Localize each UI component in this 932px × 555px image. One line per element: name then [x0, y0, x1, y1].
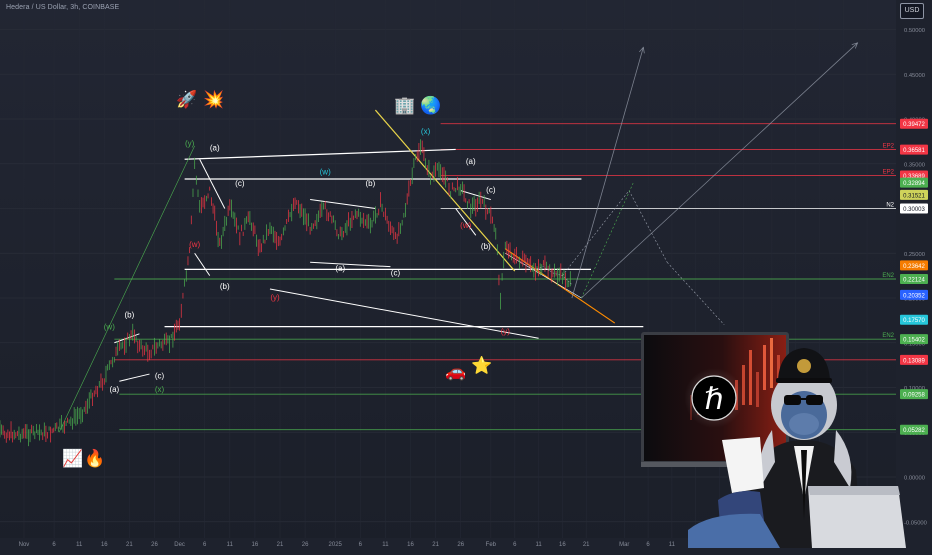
- car-icon: 🚗: [445, 362, 467, 382]
- y-tick-label: -0.05000: [904, 520, 927, 526]
- x-tick-label: 21: [583, 542, 590, 548]
- x-tick-label: 21: [126, 542, 133, 548]
- x-tick-label: Dec: [174, 542, 185, 548]
- star-icon: ⭐: [471, 356, 493, 376]
- y-tick-label: 0.00000: [904, 476, 925, 482]
- x-tick-label: 2025: [329, 542, 343, 548]
- chart-stage[interactable]: EP2 EP2 N2 EN2 EN2 (w) (b) (c) (a) (x) (y) (a) (c) (…: [0, 0, 932, 550]
- level-tag: N2: [886, 202, 894, 208]
- y-tick-label: 0.45000: [904, 73, 925, 79]
- wave-label: (x): [155, 385, 165, 394]
- price-label-text: 0.23642: [903, 264, 925, 270]
- wave-label: (c): [235, 179, 245, 188]
- globe-icon: 🌏: [420, 96, 442, 116]
- level-tag: EP2: [883, 169, 895, 175]
- x-tick-label: 21: [432, 542, 439, 548]
- hedera-logo-symbol: ℏ: [704, 382, 723, 417]
- price-label-text: 0.36581: [903, 148, 925, 154]
- x-tick-label: 16: [407, 542, 414, 548]
- x-tick-label: 11: [382, 542, 389, 548]
- price-label-text: 0.32894: [903, 181, 925, 187]
- wave-label: (w): [189, 240, 200, 249]
- price-label-text: 0.20352: [903, 293, 925, 299]
- x-tick-label: 11: [669, 542, 676, 548]
- x-tick-label: Mar: [619, 542, 629, 548]
- wave-label: (y): [501, 327, 511, 336]
- office-building-icon: 🏢: [394, 96, 416, 116]
- wave-label: (y): [185, 139, 195, 148]
- wave-label: (b): [481, 242, 491, 251]
- y-tick-label: 0.25000: [904, 252, 925, 258]
- x-tick-label: 11: [227, 542, 234, 548]
- price-label-text: 0.05282: [903, 428, 925, 434]
- wave-label: (b): [220, 282, 230, 291]
- price-label-text: 0.22124: [903, 277, 925, 283]
- price-label-text: 0.31521: [903, 193, 925, 199]
- rocket-icon: 🚀: [176, 90, 198, 110]
- wave-label: (b): [365, 179, 375, 188]
- x-tick-label: 26: [151, 542, 158, 548]
- currency-button[interactable]: USD: [900, 3, 924, 19]
- wave-label: (a): [335, 264, 345, 273]
- chart-increasing-icon: 📈: [62, 449, 84, 469]
- wave-label: (x): [421, 127, 431, 136]
- price-chart[interactable]: EP2 EP2 N2 EN2 EN2 (w) (b) (c) (a) (x) (y) (a) (c) (…: [0, 0, 932, 550]
- wave-label: (w): [104, 322, 115, 331]
- price-label-text: 0.39472: [903, 122, 925, 128]
- x-tick-label: 11: [535, 542, 542, 548]
- x-tick-label: Feb: [486, 542, 497, 548]
- price-label-text: 0.09258: [903, 393, 925, 399]
- x-tick-label: 11: [76, 542, 83, 548]
- x-tick-label: 26: [457, 542, 464, 548]
- x-tick-label: 21: [277, 542, 284, 548]
- chart-title: Hedera / US Dollar, 3h, COINBASE: [6, 4, 120, 11]
- wave-label: (b): [125, 311, 135, 320]
- wave-label: (c): [391, 269, 401, 278]
- price-label-text: 0.17570: [903, 318, 925, 324]
- y-tick-label: 0.35000: [904, 162, 925, 168]
- wave-label: (a): [210, 143, 220, 152]
- wave-label: (w): [460, 221, 471, 230]
- wave-label: (y): [270, 293, 280, 302]
- price-label-text: 0.30003: [903, 207, 925, 213]
- price-label-text: 0.15402: [903, 338, 925, 344]
- y-axis: 0.550000.500000.450000.400000.350000.300…: [896, 0, 932, 538]
- x-tick-label: Nov: [19, 542, 30, 548]
- y-tick-label: 0.50000: [904, 28, 925, 34]
- wave-label: (w): [320, 167, 331, 176]
- collision-icon: 💥: [203, 90, 225, 110]
- wave-label: (c): [155, 372, 165, 381]
- wave-label: (a): [109, 385, 119, 394]
- x-tick-label: 16: [101, 542, 108, 548]
- level-tag: EN2: [882, 273, 894, 279]
- level-tag: EN2: [882, 333, 894, 339]
- wave-label: (c): [486, 185, 496, 194]
- fire-icon: 🔥: [84, 449, 106, 469]
- level-tag: EP2: [883, 144, 895, 150]
- x-tick-label: 26: [302, 542, 309, 548]
- price-label-text: 0.13089: [903, 358, 925, 364]
- x-tick-label: 16: [559, 542, 566, 548]
- x-tick-label: 16: [252, 542, 259, 548]
- wave-label: (a): [466, 157, 476, 166]
